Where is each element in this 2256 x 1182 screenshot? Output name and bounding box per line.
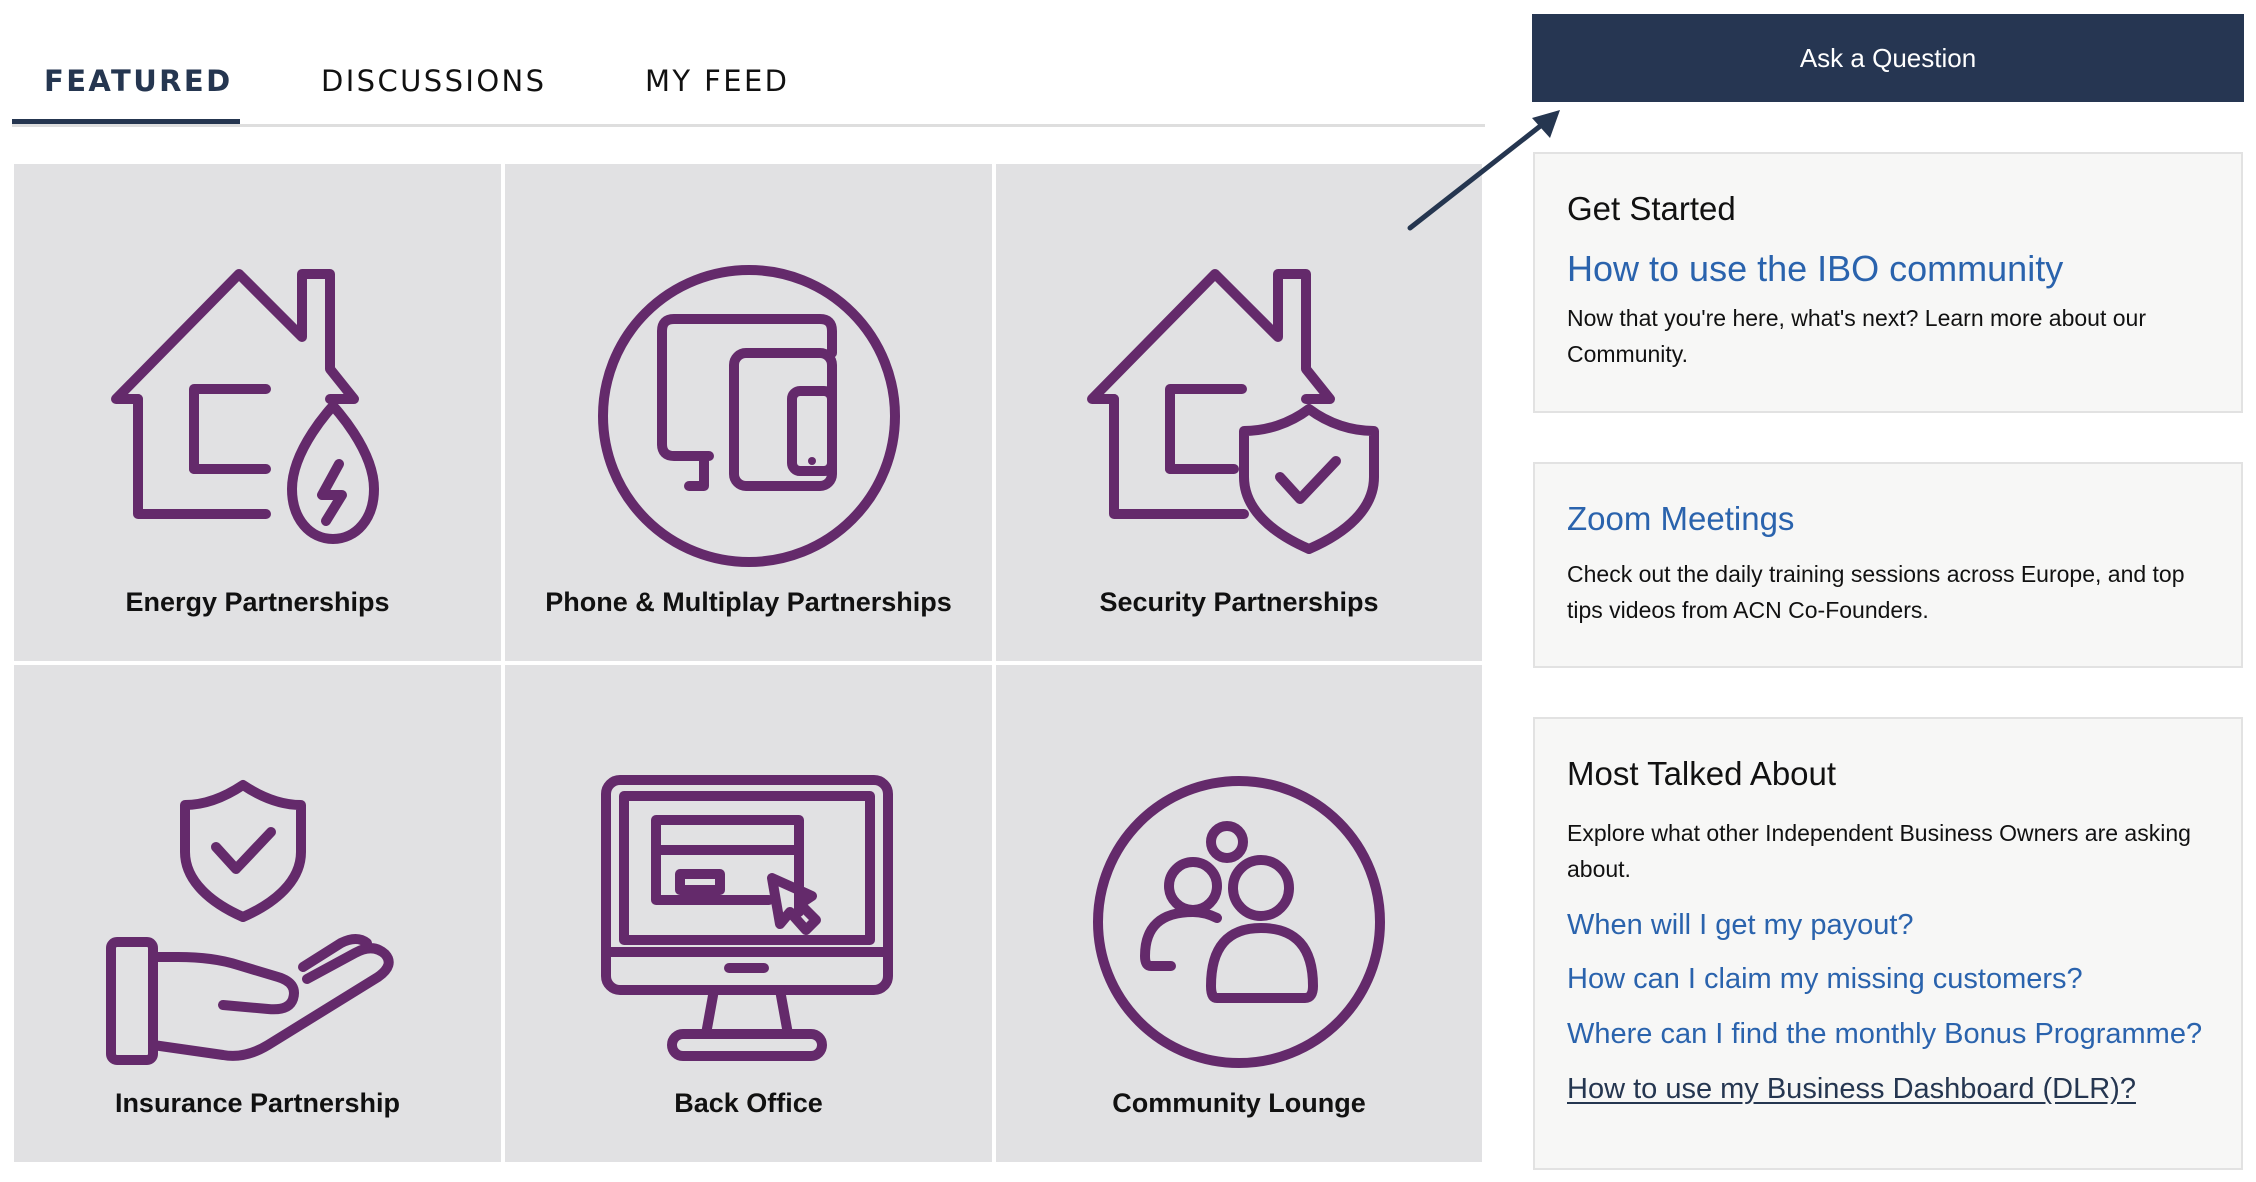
tile-label: Back Office <box>674 1088 823 1118</box>
question-link-bonus-programme[interactable]: Where can I find the monthly Bonus Progr… <box>1567 1018 2213 1051</box>
tab-discussions[interactable]: DISCUSSIONS <box>321 64 546 98</box>
card-description: Check out the daily training sessions ac… <box>1567 561 2185 623</box>
tile-community-lounge[interactable]: Community Lounge <box>996 665 1482 1162</box>
tile-label: Energy Partnerships <box>125 587 390 617</box>
tile-label: Security Partnerships <box>1099 587 1379 617</box>
most-talked-about-card: Most Talked About Explore what other Ind… <box>1533 717 2243 1170</box>
question-link-missing-customers[interactable]: How can I claim my missing customers? <box>1567 963 2213 996</box>
tile-label: Phone & Multiplay Partnerships <box>545 587 952 617</box>
monitor-icon <box>600 775 893 1061</box>
get-started-card: Get Started How to use the IBO community… <box>1533 152 2243 413</box>
house-energy-icon <box>110 269 379 544</box>
tile-label: Insurance Partnership <box>114 1088 401 1118</box>
question-link-payout[interactable]: When will I get my payout? <box>1567 909 2213 942</box>
hand-shield-icon <box>105 780 394 1065</box>
category-grid: Energy Partnerships Phone & Multiplay Pa… <box>14 164 1484 1162</box>
tile-label: Community Lounge <box>1112 1088 1366 1118</box>
feed-tabs: FEATURED DISCUSSIONS MY FEED <box>12 0 1485 127</box>
card-title: Get Started <box>1567 190 1736 227</box>
card-description: Explore what other Independent Business … <box>1567 820 2191 882</box>
tile-insurance-partnership[interactable]: Insurance Partnership <box>14 665 501 1162</box>
house-shield-icon <box>1087 269 1379 554</box>
active-tab-indicator <box>12 119 240 124</box>
ask-question-button[interactable]: Ask a Question <box>1532 14 2244 102</box>
tab-my-feed[interactable]: MY FEED <box>645 64 789 98</box>
tile-back-office[interactable]: Back Office <box>505 665 992 1162</box>
devices-icon <box>597 265 900 567</box>
zoom-meetings-card: Zoom Meetings Check out the daily traini… <box>1533 462 2243 668</box>
question-link-business-dashboard[interactable]: How to use my Business Dashboard (DLR)? <box>1567 1073 2213 1106</box>
card-title: Most Talked About <box>1567 755 1837 792</box>
ibo-community-link[interactable]: How to use the IBO community <box>1567 248 2213 290</box>
card-description: Now that you're here, what's next? Learn… <box>1567 305 2146 367</box>
tab-featured[interactable]: FEATURED <box>44 64 233 98</box>
community-icon <box>1093 776 1385 1068</box>
tile-energy-partnerships[interactable]: Energy Partnerships <box>14 164 501 661</box>
zoom-meetings-link[interactable]: Zoom Meetings <box>1567 500 2213 538</box>
tile-phone-multiplay-partnerships[interactable]: Phone & Multiplay Partnerships <box>505 164 992 661</box>
